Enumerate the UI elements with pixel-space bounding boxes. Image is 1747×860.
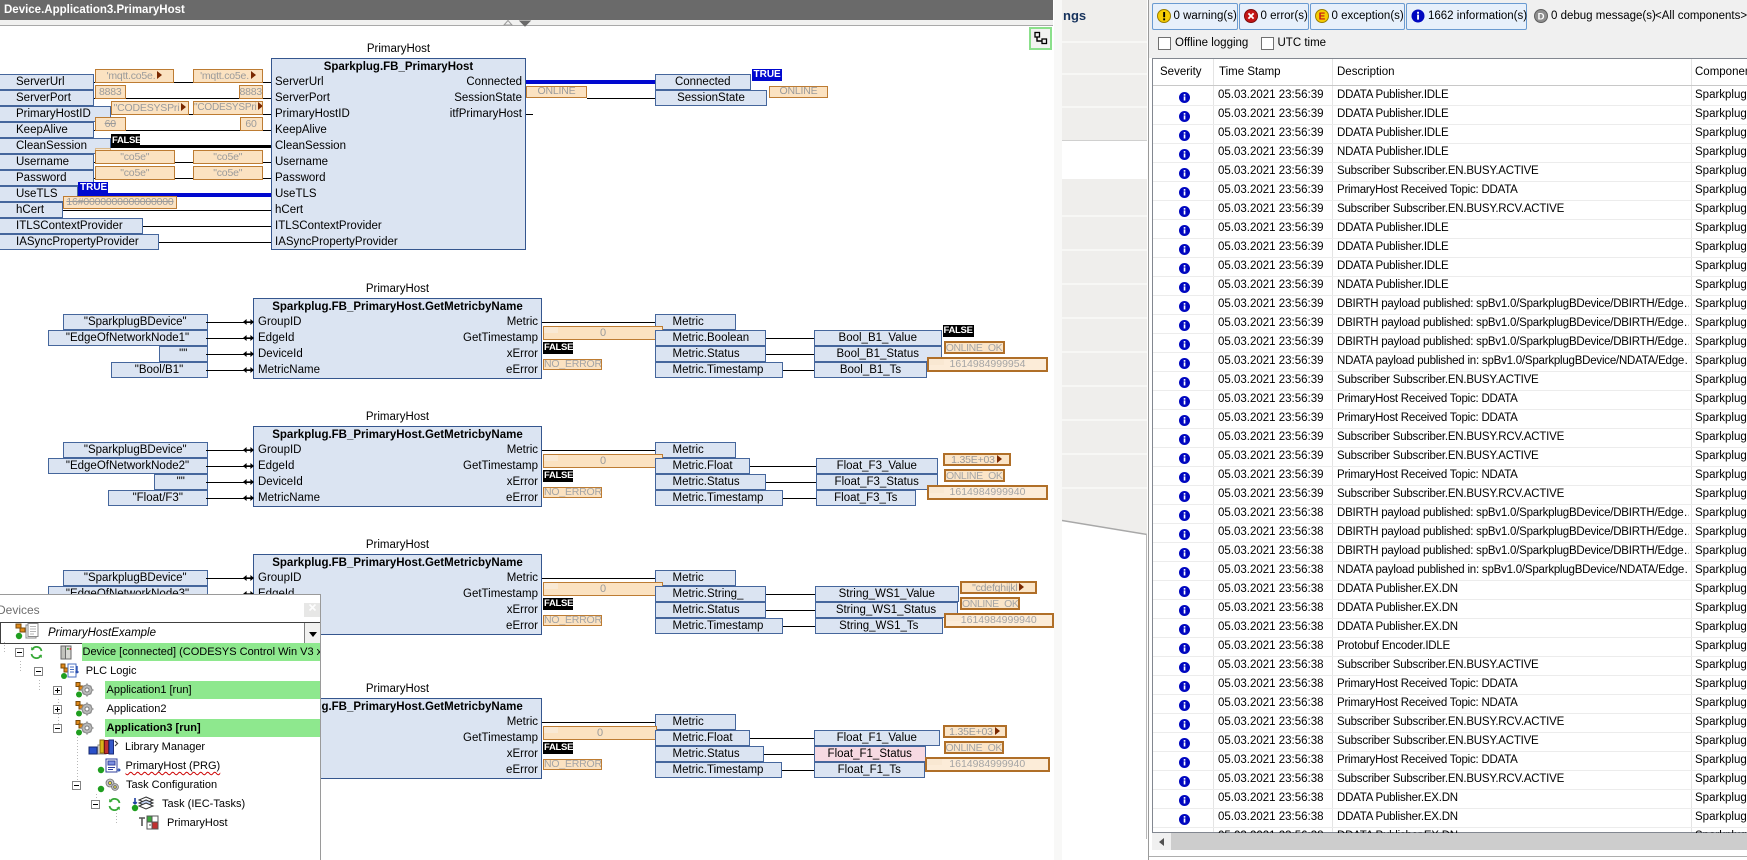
svg-text:D: D — [1538, 12, 1545, 23]
svg-text:E: E — [1318, 12, 1325, 23]
